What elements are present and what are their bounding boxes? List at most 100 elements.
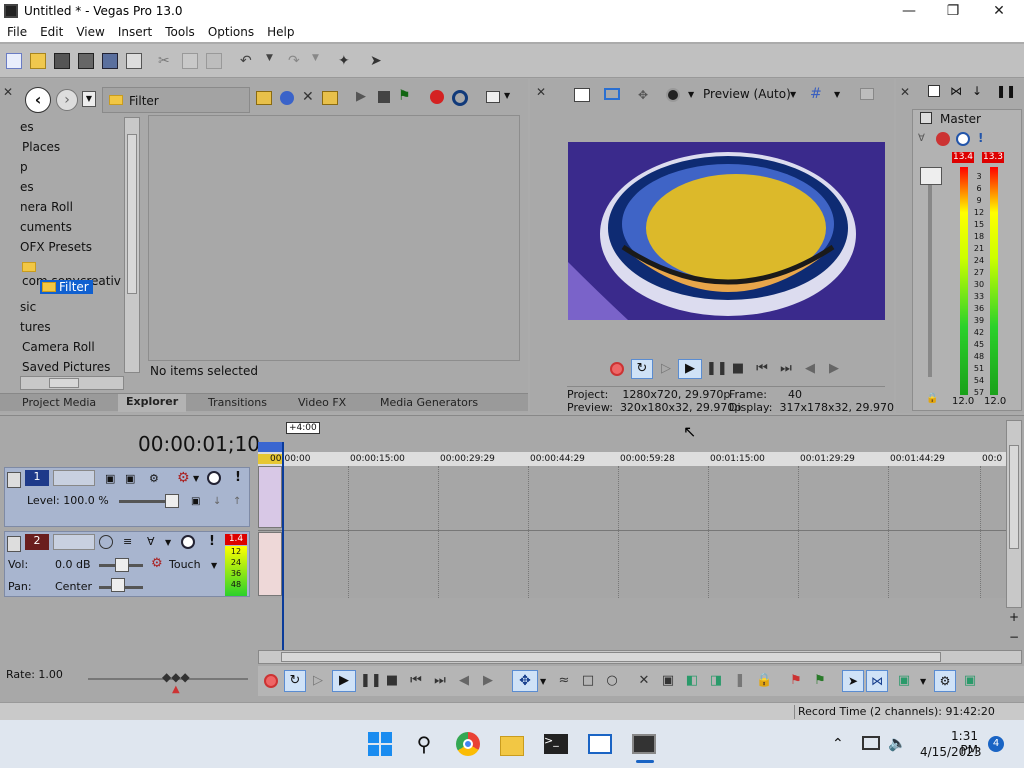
- track-name-field[interactable]: [53, 470, 95, 486]
- tree-horizontal-scrollbar[interactable]: [20, 376, 124, 390]
- bus-routing-icon[interactable]: ∀: [918, 133, 925, 144]
- tree-vertical-scrollbar[interactable]: [124, 117, 140, 373]
- history-dropdown-icon[interactable]: ▼: [82, 91, 96, 107]
- solo-icon[interactable]: !: [235, 470, 241, 485]
- split-icon[interactable]: ❚: [732, 674, 748, 688]
- volume-slider-handle[interactable]: [115, 558, 129, 572]
- close-panel-icon[interactable]: ✕: [536, 85, 546, 99]
- play-button[interactable]: ▶: [678, 359, 702, 379]
- external-monitor-icon[interactable]: [604, 88, 620, 100]
- track-2-header[interactable]: 2 ≡ ∀ ▼ ! 1.4 12 24 36 48 Vol: 0.0 dB ⚙ Tou…: [4, 531, 250, 597]
- up-one-level-icon[interactable]: [256, 91, 272, 105]
- ignore-event-grouping-icon[interactable]: ▣: [962, 674, 978, 688]
- rate-slider-handle-icon[interactable]: ◆◆◆: [162, 670, 190, 684]
- tree-item[interactable]: es: [20, 180, 34, 194]
- trim-start-icon[interactable]: ◧: [684, 674, 700, 688]
- mute-icon[interactable]: [207, 471, 221, 485]
- tab-media-generators[interactable]: Media Generators: [380, 396, 478, 409]
- clock-date[interactable]: 4/15/2023: [920, 745, 982, 759]
- delete-icon[interactable]: ✕: [636, 674, 652, 688]
- lock-envelopes-button[interactable]: ⚙: [934, 670, 956, 692]
- loop-region-icon[interactable]: [258, 442, 282, 452]
- whats-this-help-icon[interactable]: ➤: [370, 53, 386, 69]
- master-fx-chain-icon[interactable]: [936, 132, 950, 146]
- envelope-edit-tool-icon[interactable]: ≈: [556, 674, 572, 688]
- volume-icon[interactable]: 🔈: [888, 734, 907, 752]
- back-button[interactable]: ‹: [25, 87, 51, 113]
- redo-dropdown-icon[interactable]: ▼: [312, 53, 328, 69]
- menu-insert[interactable]: Insert: [111, 22, 158, 39]
- maximize-button[interactable]: ❐: [930, 0, 976, 22]
- minimize-button[interactable]: —: [886, 0, 932, 22]
- arm-for-record-icon[interactable]: [99, 535, 113, 549]
- compositing-icon[interactable]: ▣: [191, 496, 200, 507]
- play-from-start-icon[interactable]: ▷: [658, 362, 674, 376]
- redo-icon[interactable]: ↷: [288, 53, 304, 69]
- audio-event[interactable]: [258, 532, 282, 596]
- open-icon[interactable]: [30, 53, 46, 69]
- path-field[interactable]: Filter: [102, 87, 250, 113]
- downmix-icon[interactable]: ⋈: [950, 84, 962, 98]
- track-name-field[interactable]: [53, 534, 95, 550]
- tree-scroll-thumb[interactable]: [127, 134, 137, 294]
- timeline-vscroll-thumb[interactable]: [1009, 445, 1019, 549]
- new-icon[interactable]: [6, 53, 22, 69]
- zoom-in-vertical-button[interactable]: +: [1006, 610, 1022, 624]
- preview-properties-icon[interactable]: [574, 88, 590, 102]
- insert-marker-icon[interactable]: ⚑: [788, 674, 804, 688]
- auto-ripple-dropdown-icon[interactable]: ▼: [920, 677, 926, 686]
- track-motion-icon[interactable]: ▣: [125, 472, 135, 485]
- make-compositing-parent-icon[interactable]: ↑: [233, 496, 241, 507]
- loop-playback-button[interactable]: ↻: [631, 359, 653, 379]
- automation-dropdown-icon[interactable]: ▼: [211, 561, 217, 570]
- overlays-icon[interactable]: #: [810, 86, 822, 102]
- views-icon[interactable]: [486, 91, 500, 103]
- video-effects-icon[interactable]: [666, 88, 680, 102]
- notification-badge[interactable]: 4: [988, 736, 1004, 752]
- overlays-dropdown-icon[interactable]: ▼: [834, 90, 840, 99]
- enable-snapping-icon[interactable]: ✦: [338, 53, 354, 69]
- master-fader-track[interactable]: [928, 167, 932, 377]
- timeline-vertical-scrollbar[interactable]: [1006, 420, 1022, 608]
- tree-item[interactable]: Saved Pictures: [22, 360, 110, 373]
- undo-dropdown-icon[interactable]: ▼: [266, 53, 282, 69]
- go-to-end-icon[interactable]: ⏭: [778, 362, 794, 376]
- trim-icon[interactable]: ▣: [660, 674, 676, 688]
- chrome-icon[interactable]: [456, 732, 480, 756]
- record-icon[interactable]: [610, 362, 624, 376]
- close-panel-icon[interactable]: ✕: [900, 85, 910, 99]
- go-to-end-icon[interactable]: ⏭: [432, 674, 448, 688]
- bus-dropdown-icon[interactable]: ▼: [165, 538, 171, 547]
- split-screen-icon[interactable]: ✥: [638, 88, 648, 102]
- menu-help[interactable]: Help: [260, 22, 300, 39]
- insert-region-icon[interactable]: ⚑: [812, 674, 828, 688]
- tree-item[interactable]: p: [20, 160, 28, 174]
- video-event[interactable]: [258, 466, 282, 528]
- solo-icon[interactable]: !: [209, 534, 215, 549]
- tree-item[interactable]: sic: [20, 300, 36, 314]
- zoom-edit-tool-icon[interactable]: ○: [604, 674, 620, 688]
- menu-view[interactable]: View: [69, 22, 110, 39]
- copy-snapshot-icon[interactable]: [860, 88, 874, 100]
- pause-icon[interactable]: ❚❚: [706, 362, 728, 376]
- save-as-icon[interactable]: [78, 53, 94, 69]
- auto-ripple-icon[interactable]: ▣: [896, 674, 912, 688]
- tree-item[interactable]: es: [20, 120, 34, 134]
- trim-end-icon[interactable]: ◨: [708, 674, 724, 688]
- selection-edit-tool-icon[interactable]: □: [580, 674, 596, 688]
- make-compositing-child-icon[interactable]: ↓: [213, 496, 221, 507]
- tree-item-filter-selected[interactable]: Filter: [40, 280, 93, 294]
- dim-output-icon[interactable]: ↓: [972, 84, 982, 98]
- file-list-area[interactable]: [148, 115, 520, 361]
- master-mute-icon[interactable]: [956, 132, 970, 146]
- timeline-hscroll-thumb[interactable]: [281, 652, 941, 662]
- track-menu-icon[interactable]: [7, 472, 21, 488]
- play-from-start-icon[interactable]: ▷: [310, 674, 326, 688]
- menu-file[interactable]: File: [0, 22, 33, 39]
- menu-options[interactable]: Options: [201, 22, 260, 39]
- mute-output-icon[interactable]: ❚❚: [996, 84, 1016, 98]
- tab-transitions[interactable]: Transitions: [208, 396, 267, 409]
- video-effects-dropdown-icon[interactable]: ▼: [688, 90, 694, 99]
- cut-icon[interactable]: ✂: [158, 53, 174, 69]
- menu-tools[interactable]: Tools: [158, 22, 201, 39]
